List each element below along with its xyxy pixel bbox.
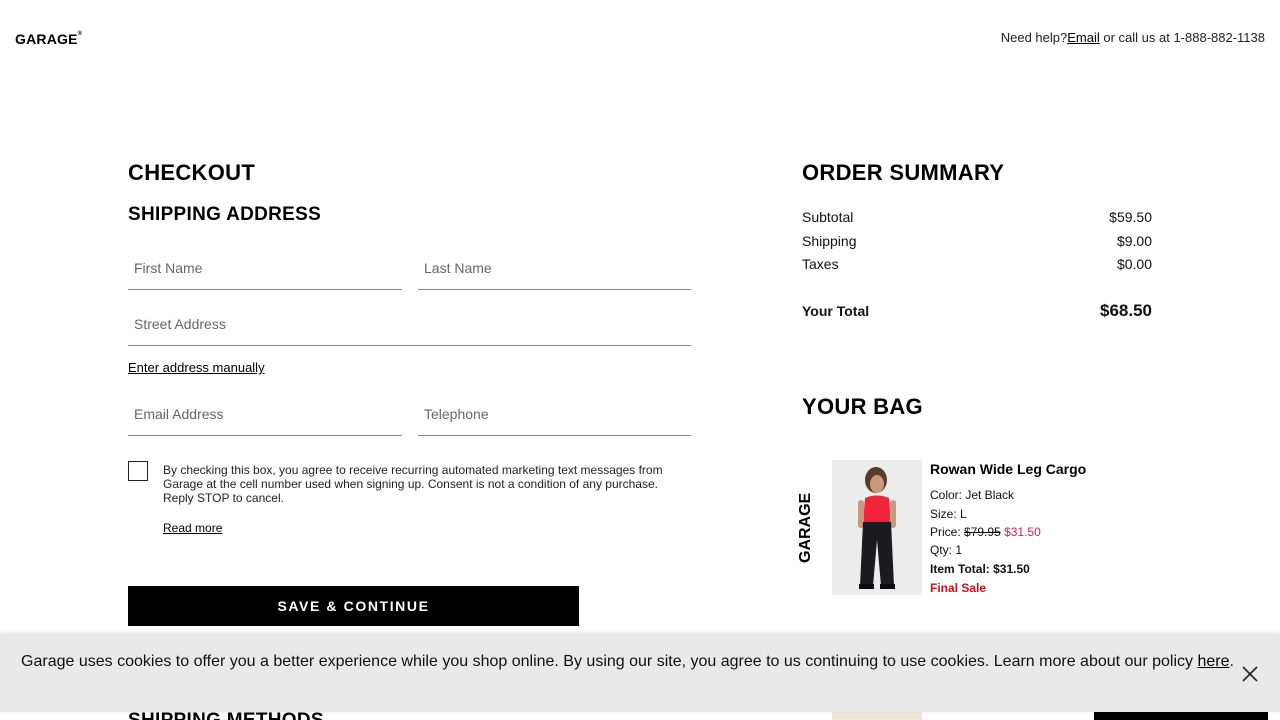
- shipping-row: Shipping $9.00: [802, 233, 1152, 249]
- cookie-policy-link[interactable]: here: [1197, 653, 1229, 670]
- read-more-link[interactable]: Read more: [163, 521, 222, 535]
- price-label: Price:: [930, 525, 965, 539]
- cookie-text: Garage uses cookies to offer you a bette…: [21, 653, 1198, 670]
- product-size: Size: L: [930, 507, 967, 521]
- street-address-field[interactable]: [128, 302, 691, 346]
- first-name-field[interactable]: [128, 246, 402, 290]
- shipping-label: Shipping: [802, 233, 857, 249]
- subtotal-value: $59.50: [1109, 209, 1152, 225]
- close-icon[interactable]: [1240, 664, 1260, 684]
- sale-price: $31.50: [1004, 525, 1041, 539]
- product-qty: Qty: 1: [930, 543, 963, 557]
- model-in-cargo-pants-image: [832, 460, 922, 595]
- page-title: CHECKOUT: [128, 160, 256, 185]
- garage-logo[interactable]: GARAGE®: [15, 31, 82, 47]
- your-bag-title: YOUR BAG: [802, 394, 923, 419]
- help-contact: Need help?Email or call us at 1-888-882-…: [1001, 30, 1265, 45]
- cookie-banner: Garage uses cookies to offer you a bette…: [0, 634, 1280, 712]
- product-color: Color: Jet Black: [930, 488, 1015, 502]
- total-value: $68.50: [1100, 301, 1152, 320]
- last-name-field[interactable]: [418, 246, 691, 290]
- enter-address-manually-link[interactable]: Enter address manually: [128, 360, 265, 375]
- shipping-value: $9.00: [1116, 233, 1152, 249]
- taxes-row: Taxes $0.00: [802, 256, 1152, 272]
- final-sale-badge: Final Sale: [930, 581, 987, 595]
- original-price: $79.95: [964, 525, 1001, 539]
- help-email-link[interactable]: Email: [1067, 30, 1100, 45]
- taxes-label: Taxes: [802, 256, 839, 272]
- product-name[interactable]: Rowan Wide Leg Cargo: [930, 461, 1086, 477]
- taxes-value: $0.00: [1116, 256, 1152, 272]
- cookie-suffix: .: [1229, 653, 1234, 670]
- product-price: Price: $79.95 $31.50: [930, 525, 1041, 539]
- shipping-address-title: SHIPPING ADDRESS: [128, 204, 322, 225]
- subtotal-row: Subtotal $59.50: [802, 209, 1152, 225]
- order-summary-title: ORDER SUMMARY: [802, 160, 1005, 185]
- help-phone: or call us at 1-888-882-1138: [1099, 30, 1265, 45]
- brand-vertical-label: GARAGE: [797, 492, 814, 563]
- product-image[interactable]: [832, 460, 922, 595]
- sms-consent-text: By checking this box, you agree to recei…: [163, 463, 663, 505]
- sms-consent-checkbox[interactable]: [128, 461, 148, 481]
- save-continue-button[interactable]: SAVE & CONTINUE: [128, 586, 579, 626]
- subtotal-label: Subtotal: [802, 209, 854, 225]
- cookie-message: Garage uses cookies to offer you a bette…: [20, 650, 1235, 674]
- total-row: Your Total $68.50: [802, 301, 1152, 321]
- total-label: Your Total: [802, 303, 870, 319]
- telephone-field[interactable]: [418, 392, 691, 436]
- help-prefix: Need help?: [1000, 30, 1068, 45]
- item-total: Item Total: $31.50: [930, 562, 1030, 576]
- email-field[interactable]: [128, 392, 402, 436]
